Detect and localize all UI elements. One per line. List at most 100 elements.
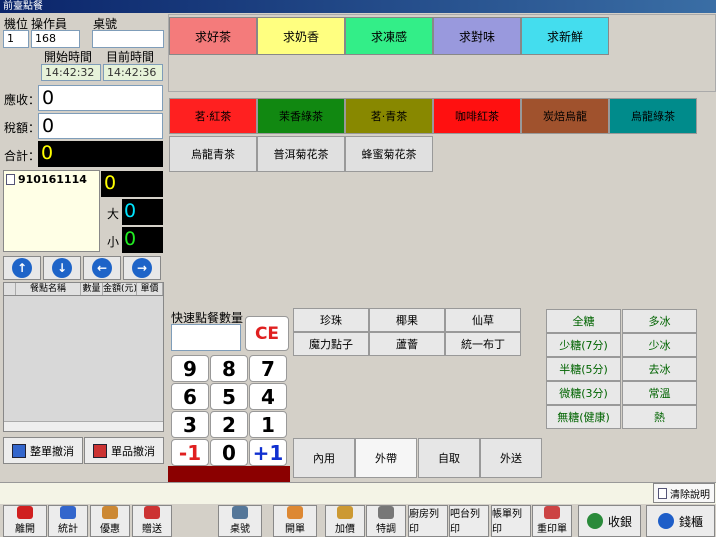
keypad-key[interactable]: 6 (171, 383, 209, 410)
sugar-ice-button[interactable]: 少冰 (622, 333, 697, 357)
footer-icon (287, 506, 303, 519)
pos-window: { "window":{"title":"前臺點餐"}, "header":{"… (0, 0, 716, 537)
footer-button[interactable]: 贈送 (132, 505, 172, 537)
sugar-ice-button[interactable]: 熱 (622, 405, 697, 429)
start-time-field: 14:42:32 (41, 64, 101, 81)
operator-field: 168 (31, 30, 80, 48)
col-amount: 金額(元) (103, 283, 137, 295)
quick-qty-field[interactable] (171, 324, 241, 351)
current-time-label: 目前時間 (106, 50, 155, 64)
sugar-ice-button[interactable]: 微糖(3分) (546, 381, 621, 405)
category-button[interactable]: 求好茶 (169, 17, 257, 55)
clear-order-button[interactable]: 整單撤消 (3, 437, 83, 464)
topping-button[interactable]: 統一布丁 (445, 332, 521, 356)
arrow-down-button[interactable]: ↓ (43, 256, 81, 280)
topping-button[interactable]: 蘆薈 (369, 332, 445, 356)
sugar-ice-button[interactable]: 無糖(健康) (546, 405, 621, 429)
status-bar (0, 482, 716, 504)
keypad-key[interactable]: +1 (249, 439, 287, 466)
order-table[interactable]: 餐點名稱 數量 金額(元) 單價 (3, 282, 164, 432)
footer-button[interactable]: 吧台列印 (449, 505, 489, 537)
sugar-ice-button[interactable]: 常溫 (622, 381, 697, 405)
sugar-ice-button[interactable]: 全糖 (546, 309, 621, 333)
station-field: 1 (3, 30, 29, 48)
arrow-up-icon: ↑ (12, 258, 32, 278)
product-button[interactable]: 茉香綠茶 (257, 98, 345, 134)
total-label: 合計： (4, 149, 41, 163)
adult-label: 大 (107, 207, 120, 221)
guest-count-field: 0 (101, 171, 163, 197)
topping-button[interactable]: 仙草 (445, 308, 521, 332)
table-field[interactable] (92, 30, 164, 48)
footer-button[interactable]: 加價 (325, 505, 365, 537)
category-button[interactable]: 求對味 (433, 17, 521, 55)
current-time-field: 14:42:36 (103, 64, 163, 81)
col-qty: 數量 (81, 283, 103, 295)
category-button[interactable]: 求凍感 (345, 17, 433, 55)
order-scrollbar[interactable] (4, 421, 163, 431)
keypad-key[interactable]: 7 (249, 355, 287, 382)
footer-icon (544, 506, 560, 519)
col-item-name: 餐點名稱 (16, 283, 81, 295)
dining-option-button[interactable]: 外帶 (355, 438, 417, 478)
child-label: 小 (107, 235, 120, 249)
dining-option-button[interactable]: 自取 (418, 438, 480, 478)
footer-button[interactable]: 桌號 (218, 505, 262, 537)
sugar-ice-button[interactable]: 去冰 (622, 357, 697, 381)
ce-button[interactable]: CE (245, 316, 289, 351)
category-button[interactable]: 求新鮮 (521, 17, 609, 55)
footer-button[interactable]: 重印單 (532, 505, 572, 537)
start-time-label: 開始時間 (44, 50, 93, 64)
keypad-key[interactable]: 3 (171, 411, 209, 438)
topping-button[interactable]: 椰果 (369, 308, 445, 332)
dining-option-button[interactable]: 內用 (293, 438, 355, 478)
clear-help-button[interactable]: 清除說明 (653, 483, 715, 503)
category-button[interactable]: 求奶香 (257, 17, 345, 55)
footer-button[interactable]: 優惠 (90, 505, 130, 537)
footer-button[interactable]: 廚房列印 (408, 505, 448, 537)
checkout-icon (586, 513, 603, 529)
footer-button[interactable]: 特調 (366, 505, 406, 537)
checkout-button[interactable]: 收銀 (578, 505, 641, 537)
topping-button[interactable]: 魔力點子 (293, 332, 369, 356)
clear-item-button[interactable]: 單品撤消 (84, 437, 164, 464)
keypad-key[interactable]: -1 (171, 439, 209, 466)
product-button[interactable]: 烏龍青茶 (169, 136, 257, 172)
footer-button[interactable]: 開單 (273, 505, 317, 537)
arrow-left-icon: ← (92, 258, 112, 278)
footer-icon (102, 506, 118, 519)
arrow-right-button[interactable]: → (123, 256, 161, 280)
arrow-left-button[interactable]: ← (83, 256, 121, 280)
tax-label: 稅額： (4, 121, 41, 135)
product-button[interactable]: 烏龍綠茶 (609, 98, 697, 134)
sugar-ice-button[interactable]: 少糖(7分) (546, 333, 621, 357)
arrow-up-button[interactable]: ↑ (3, 256, 41, 280)
footer-button[interactable]: 帳單列印 (491, 505, 531, 537)
keypad-key[interactable]: 8 (210, 355, 248, 382)
product-button[interactable]: 炭焙烏龍 (521, 98, 609, 134)
keypad-key[interactable]: 4 (249, 383, 287, 410)
keypad-key[interactable]: 5 (210, 383, 248, 410)
product-button[interactable]: 茗‧青茶 (345, 98, 433, 134)
keypad-key[interactable]: 9 (171, 355, 209, 382)
dining-option-button[interactable]: 外送 (480, 438, 542, 478)
footer-button[interactable]: 離開 (3, 505, 47, 537)
footer-button[interactable]: 統計 (48, 505, 88, 537)
product-button[interactable]: 普洱菊花茶 (257, 136, 345, 172)
keypad-key[interactable]: 1 (249, 411, 287, 438)
footer-icon (17, 506, 33, 519)
customer-id[interactable]: 910161114 (18, 173, 87, 186)
keypad-key[interactable]: 0 (210, 439, 248, 466)
product-button[interactable]: 蜂蜜菊花茶 (345, 136, 433, 172)
tax-field: 0 (38, 113, 163, 139)
product-button[interactable]: 茗‧紅茶 (169, 98, 257, 134)
footer-icon (60, 506, 76, 519)
keypad-key[interactable]: 2 (210, 411, 248, 438)
topping-button[interactable]: 珍珠 (293, 308, 369, 332)
customer-list[interactable]: 910161114 (3, 170, 100, 252)
sugar-ice-button[interactable]: 半糖(5分) (546, 357, 621, 381)
total-field: 0 (38, 141, 163, 167)
cash-drawer-button[interactable]: 錢櫃 (646, 505, 715, 537)
product-button[interactable]: 咖啡紅茶 (433, 98, 521, 134)
sugar-ice-button[interactable]: 多冰 (622, 309, 697, 333)
